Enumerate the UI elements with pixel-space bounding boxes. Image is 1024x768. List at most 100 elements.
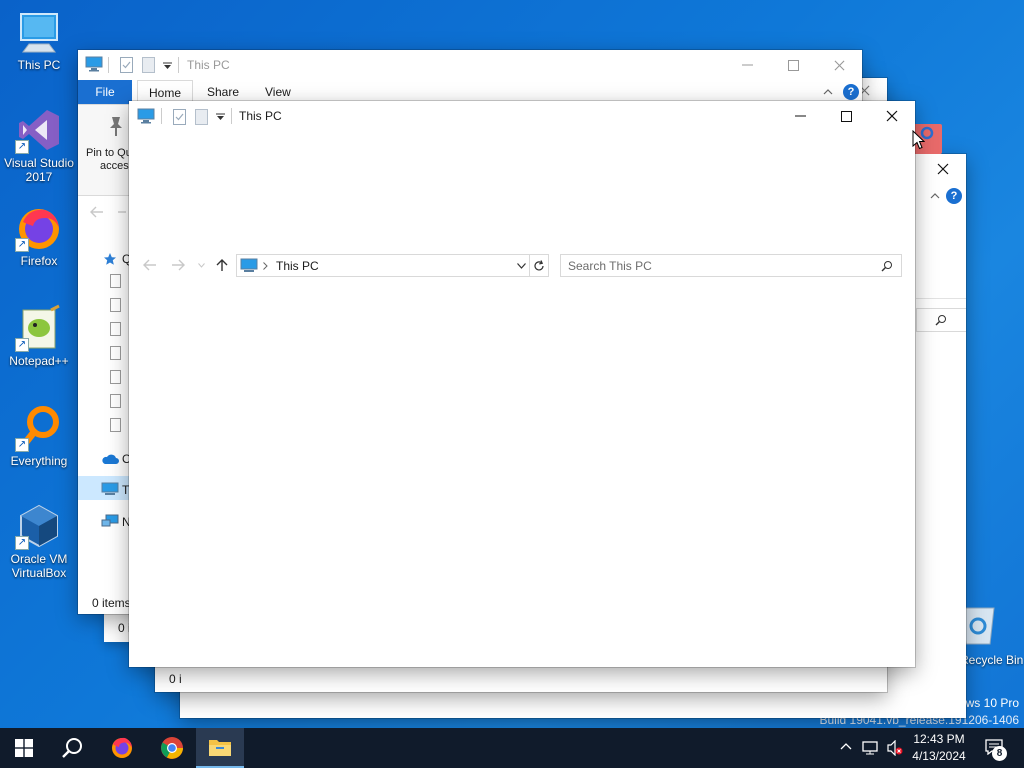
title-bar[interactable]: This PC [78, 50, 862, 80]
list-item[interactable] [110, 394, 121, 408]
document-icon [110, 418, 121, 432]
properties-icon[interactable] [173, 109, 186, 125]
visual-studio-icon: ↗ [15, 106, 63, 154]
start-button[interactable] [0, 728, 48, 768]
network-icon[interactable] [101, 514, 119, 528]
document-icon [110, 322, 121, 336]
address-dropdown-icon[interactable] [517, 263, 526, 269]
list-item[interactable] [110, 346, 121, 360]
monitor-icon [15, 8, 63, 56]
toolbar-separator [231, 108, 232, 124]
chevron-up-icon[interactable] [823, 88, 833, 96]
volume-muted-icon[interactable] [886, 740, 904, 756]
show-hidden-icons-chevron-icon[interactable] [840, 742, 852, 750]
shortcut-arrow-icon: ↗ [15, 238, 29, 252]
search-box[interactable]: Search This PC [560, 254, 902, 277]
this-pc-icon [85, 56, 103, 72]
desktop-icon-label: Everything [10, 454, 68, 468]
close-button[interactable] [869, 101, 915, 131]
desktop-icon-this-pc[interactable]: This PC [2, 8, 76, 72]
search-box[interactable] [916, 308, 966, 332]
forward-arrow-icon[interactable] [171, 259, 185, 271]
quick-access-star-icon[interactable] [103, 252, 117, 266]
taskbar-chrome[interactable] [148, 728, 196, 768]
document-icon [110, 370, 121, 384]
windows-logo-icon [15, 739, 33, 757]
forward-arrow-icon[interactable] [118, 206, 126, 218]
breadcrumb[interactable]: This PC [276, 259, 319, 273]
close-icon [834, 60, 844, 70]
shortcut-arrow-icon: ↗ [15, 536, 29, 550]
properties-icon[interactable] [120, 57, 133, 73]
status-bar-text: 0 items [92, 596, 131, 610]
refresh-icon [534, 260, 544, 271]
desktop-icon-label: Visual Studio 2017 [4, 156, 74, 184]
desktop-icon-label: Oracle VM VirtualBox [10, 552, 68, 580]
taskbar: 12:43 PM 4/13/2024 8 [0, 728, 1024, 768]
up-arrow-icon[interactable] [216, 258, 228, 272]
recycle-bin-label: Recycle Bin [960, 653, 1024, 667]
desktop-icon-everything[interactable]: ↗ Everything [2, 404, 76, 468]
list-item[interactable] [110, 274, 121, 288]
desktop-icon-label: Notepad++ [9, 354, 69, 368]
list-item[interactable] [110, 298, 121, 312]
status-bar-text: 0 i [169, 672, 182, 686]
taskbar-firefox[interactable] [98, 728, 146, 768]
clock-time[interactable]: 12:43 PM [908, 732, 970, 746]
ribbon-divider [916, 298, 966, 299]
toolbar-separator [161, 108, 162, 124]
onedrive-icon[interactable] [101, 453, 119, 465]
close-icon [937, 163, 949, 175]
toolbar-separator [108, 57, 109, 73]
notification-center-button[interactable]: 8 [980, 728, 1024, 768]
maximize-button[interactable] [823, 101, 869, 131]
windows-watermark-edition: ows 10 Pro [958, 696, 1019, 710]
minimize-button[interactable] [777, 101, 823, 131]
firefox-icon: ↗ [15, 204, 63, 252]
recent-locations-chevron-icon[interactable] [198, 263, 205, 268]
title-bar[interactable]: This PC [129, 101, 915, 131]
customize-quick-access-icon[interactable] [216, 113, 225, 121]
explorer-window-front[interactable]: This PC This PC Search This PC [129, 101, 915, 667]
search-input[interactable]: Search This PC [568, 259, 652, 273]
maximize-button[interactable] [770, 50, 816, 80]
desktop-icon-notepad-plus-plus[interactable]: ↗ Notepad++ [2, 304, 76, 368]
close-button[interactable] [816, 50, 862, 80]
pin-icon[interactable] [106, 115, 126, 137]
minimize-button[interactable] [724, 50, 770, 80]
pin-to-quick-access-label[interactable]: Pin to Qu [86, 147, 132, 159]
toolbar-separator [178, 57, 179, 73]
document-icon [110, 298, 121, 312]
list-item[interactable] [110, 322, 121, 336]
clock-date[interactable]: 4/13/2024 [908, 749, 970, 763]
folder-icon [209, 740, 231, 756]
search-button[interactable] [48, 728, 96, 768]
tab-file[interactable]: File [78, 80, 132, 104]
back-arrow-icon[interactable] [143, 259, 157, 271]
desktop-icon-firefox[interactable]: ↗ Firefox [2, 204, 76, 268]
new-folder-icon[interactable] [142, 57, 155, 73]
help-icon[interactable]: ? [843, 84, 859, 100]
list-item[interactable] [110, 370, 121, 384]
minimize-icon [741, 64, 753, 66]
new-folder-icon[interactable] [195, 109, 208, 125]
taskbar-file-explorer[interactable] [196, 728, 244, 768]
shortcut-arrow-icon: ↗ [15, 338, 29, 352]
back-arrow-icon[interactable] [90, 206, 104, 218]
this-pc-icon [101, 482, 119, 495]
list-item[interactable] [110, 418, 121, 432]
desktop-icon-visual-studio[interactable]: ↗ Visual Studio 2017 [2, 106, 76, 184]
address-bar[interactable]: This PC [236, 254, 530, 277]
magnifier-icon: ↗ [15, 404, 63, 452]
customize-quick-access-icon[interactable] [163, 62, 172, 70]
breadcrumb-chevron-icon[interactable] [263, 262, 268, 270]
help-icon[interactable]: ? [946, 188, 962, 204]
refresh-button[interactable] [530, 254, 549, 277]
close-button[interactable] [920, 154, 966, 184]
search-icon[interactable] [881, 260, 893, 272]
network-tray-icon[interactable] [862, 740, 880, 756]
document-icon [110, 274, 121, 288]
chevron-up-icon[interactable] [930, 191, 940, 201]
notification-count-badge: 8 [992, 746, 1007, 761]
desktop-icon-virtualbox[interactable]: ↗ Oracle VM VirtualBox [2, 502, 76, 580]
